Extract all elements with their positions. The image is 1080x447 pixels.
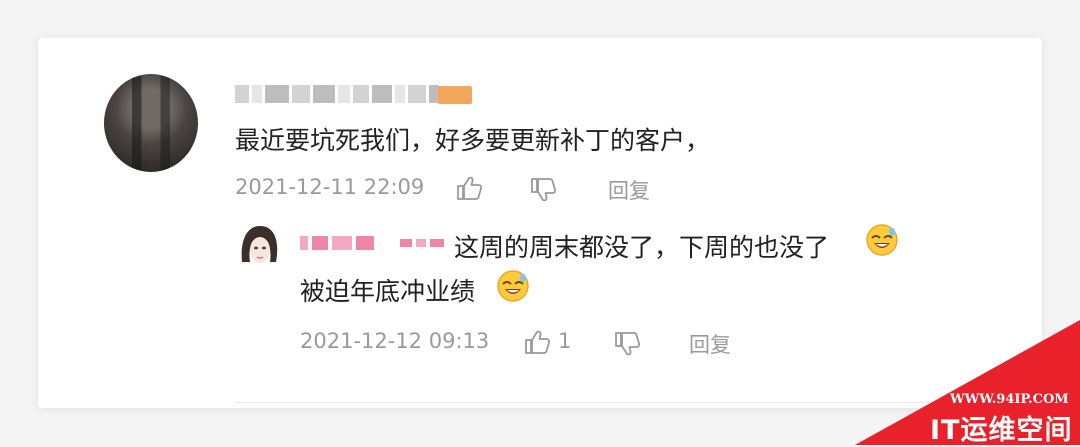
watermark-url: WWW.94IP.COM	[950, 392, 1069, 407]
watermark-title: IT运维空间	[930, 415, 1073, 446]
thumbs-up-icon[interactable]	[454, 173, 484, 203]
like-count: 1	[558, 329, 572, 353]
reply-button[interactable]: 回复	[689, 329, 731, 359]
comment-text: 最近要坑死我们，好多要更新补丁的客户，	[235, 126, 711, 155]
reply-text-line1: 这周的周末都没了，下周的也没了	[454, 233, 830, 262]
reply-username-blurred[interactable]	[300, 236, 444, 250]
thumbs-up-icon[interactable]	[522, 327, 552, 357]
sweat-laugh-emoji-icon	[866, 224, 898, 256]
comment-timestamp: 2021-12-11 22:09	[235, 175, 425, 199]
username-blurred[interactable]	[235, 85, 439, 103]
sweat-laugh-emoji-icon	[497, 270, 529, 302]
reply-user-avatar[interactable]	[236, 222, 282, 270]
thumbs-down-icon[interactable]	[528, 175, 558, 205]
reply-text-line2: 被迫年底冲业绩	[300, 277, 476, 306]
user-level-badge	[438, 86, 472, 104]
user-avatar[interactable]	[104, 74, 198, 172]
thumbs-down-icon[interactable]	[612, 329, 642, 359]
reply-timestamp: 2021-12-12 09:13	[300, 329, 490, 353]
reply-button[interactable]: 回复	[608, 175, 650, 205]
